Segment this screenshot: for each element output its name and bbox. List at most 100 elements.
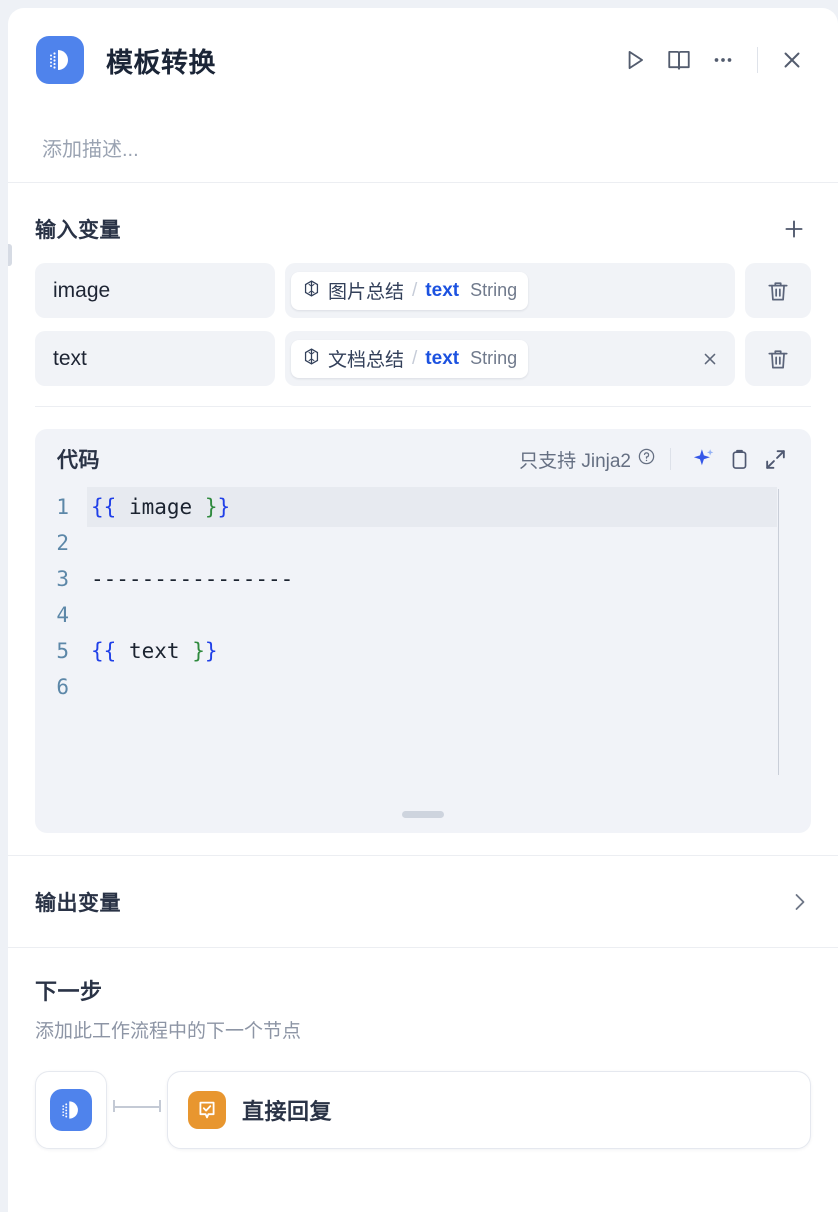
current-node-chip [35,1071,107,1149]
help-circle-icon[interactable] [637,447,656,472]
code-editor-actions: 只支持 Jinja2 [519,441,793,477]
table-row: image 图片总结 / text String [35,263,811,318]
code-token: } [205,639,218,663]
delete-variable-button[interactable] [745,263,811,318]
chip-variable-name: text [425,348,459,370]
code-token: } [192,639,205,663]
node-detail-panel: 模板转换 [8,8,838,1212]
page-title: 模板转换 [106,41,216,80]
code-token: ---------------- [91,567,293,591]
direct-reply-icon [188,1091,226,1129]
code-token [180,639,193,663]
chip-variable-type: String [470,280,517,301]
next-step-title: 下一步 [35,974,811,1006]
output-variables-section[interactable]: 输出变量 [8,855,838,947]
input-variables-header: 输入变量 [35,209,811,249]
variable-name-value: text [53,347,87,371]
code-token [192,495,205,519]
variable-value-field[interactable]: 文档总结 / text String [285,331,735,386]
llm-node-icon [302,347,321,371]
next-step-row: 直接回复 [35,1071,811,1141]
panel-header: 模板转换 [8,8,838,112]
variable-name-value: image [53,279,110,303]
panel-collapse-handle[interactable] [8,244,12,266]
chip-separator: / [412,348,417,370]
code-line-text[interactable]: ---------------- [87,561,811,597]
divider-above-code [35,406,811,407]
code-token: {{ [91,639,116,663]
chip-node-name: 文档总结 [328,345,404,372]
delete-variable-button[interactable] [745,331,811,386]
llm-node-icon [302,279,321,303]
input-variables-title: 输入变量 [35,214,121,244]
variable-reference-chip[interactable]: 文档总结 / text String [291,340,528,378]
code-editor-header: 代码 只支持 Jinja2 [35,429,811,489]
ai-generate-icon[interactable] [685,441,721,477]
code-line-text[interactable] [87,525,811,561]
code-resize-handle[interactable] [402,811,444,818]
code-line-text[interactable]: {{ image }} [87,489,811,525]
variable-value-field[interactable]: 图片总结 / text String [285,263,735,318]
code-token: } [217,495,230,519]
jinja-note: 只支持 Jinja2 [519,446,656,473]
variable-name-field[interactable]: text [35,331,275,386]
code-line[interactable]: 2 [35,525,811,561]
code-line-text[interactable] [87,597,811,633]
chip-variable-type: String [470,348,517,369]
code-token: {{ [91,495,116,519]
code-line[interactable]: 5{{ text }} [35,633,811,669]
code-line-number: 6 [35,669,87,705]
close-icon[interactable] [770,38,814,82]
code-lines: 1{{ image }}23----------------45{{ text … [35,489,811,705]
node-connector [107,1071,167,1141]
code-token: image [129,495,192,519]
template-transform-icon [36,36,84,84]
ellipsis-icon[interactable] [701,38,745,82]
chip-node-name: 图片总结 [328,277,404,304]
add-variable-button[interactable] [777,212,811,246]
code-line[interactable]: 4 [35,597,811,633]
chip-separator: / [412,280,417,302]
code-section: 代码 只支持 Jinja2 [35,429,811,833]
next-node-option-direct-reply[interactable]: 直接回复 [167,1071,811,1149]
code-title: 代码 [57,444,100,474]
output-variables-title: 输出变量 [35,887,121,917]
jinja-note-text: 只支持 Jinja2 [519,446,631,473]
code-token [116,495,129,519]
clear-variable-button[interactable] [695,344,725,374]
next-node-option-label: 直接回复 [242,1094,332,1126]
book-icon[interactable] [657,38,701,82]
code-token: } [205,495,218,519]
next-step-section: 下一步 添加此工作流程中的下一个节点 [8,947,838,1141]
chip-variable-name: text [425,280,459,302]
code-line-number: 5 [35,633,87,669]
code-token: text [129,639,180,663]
code-line-number: 4 [35,597,87,633]
code-content[interactable]: 1{{ image }}23----------------45{{ text … [35,489,811,705]
description-placeholder: 添加描述... [42,133,139,162]
copy-icon[interactable] [721,441,757,477]
code-line-text[interactable]: {{ text }} [87,633,811,669]
code-line[interactable]: 1{{ image }} [35,489,811,525]
header-divider [757,47,758,73]
code-editor[interactable]: 代码 只支持 Jinja2 [35,429,811,833]
description-field[interactable]: 添加描述... [8,112,838,182]
expand-icon[interactable] [757,441,793,477]
code-line-number: 3 [35,561,87,597]
code-line-number: 1 [35,489,87,525]
code-token [116,639,129,663]
code-line-number: 2 [35,525,87,561]
run-button[interactable] [613,38,657,82]
code-actions-divider [670,448,671,470]
input-variables-section: 输入变量 image [8,183,838,386]
table-row: text 文档总结 / text String [35,331,811,386]
code-line-text[interactable] [87,669,811,705]
header-actions [613,38,814,82]
variable-name-field[interactable]: image [35,263,275,318]
template-transform-icon [50,1089,92,1131]
code-line[interactable]: 3---------------- [35,561,811,597]
variable-reference-chip[interactable]: 图片总结 / text String [291,272,528,310]
code-line[interactable]: 6 [35,669,811,705]
chevron-right-icon[interactable] [787,890,811,914]
next-step-subtitle: 添加此工作流程中的下一个节点 [35,1016,811,1043]
